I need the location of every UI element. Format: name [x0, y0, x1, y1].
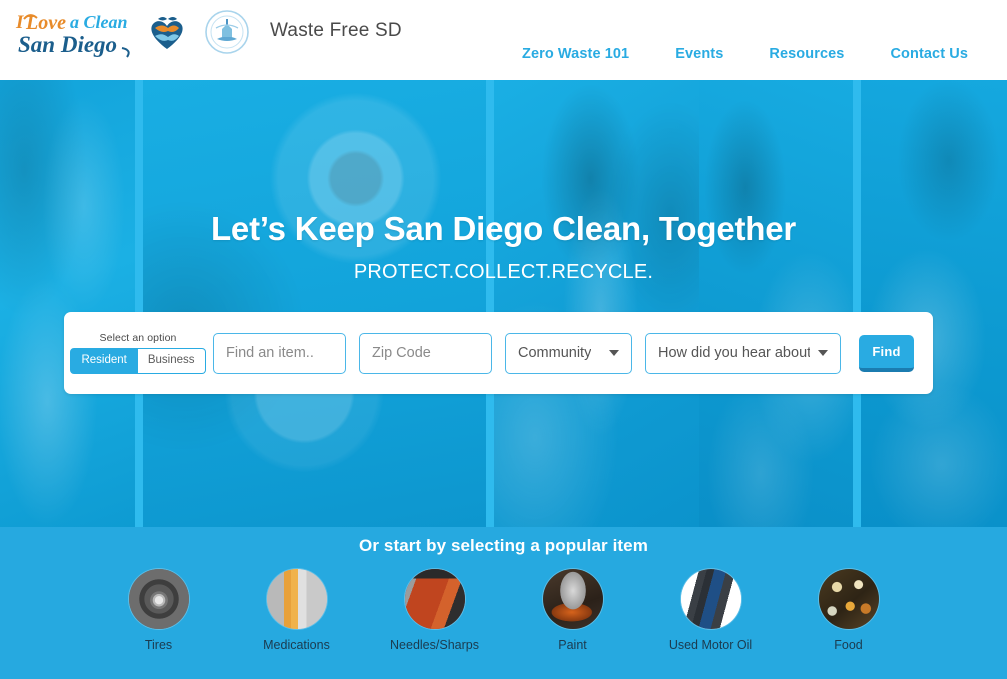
page-root: I Love a Clean San Diego Waste Free SD Z… — [0, 0, 1007, 679]
hero-panel-divider — [486, 80, 495, 527]
how-did-you-hear-select-value: How did you hear about — [658, 345, 810, 361]
paint-thumbnail — [542, 569, 603, 629]
find-button[interactable]: Find — [859, 334, 914, 372]
popular-item-tires[interactable]: Tires — [110, 569, 207, 652]
popular-item-label: Tires — [144, 638, 173, 652]
heart-wave-icon — [146, 11, 188, 53]
tires-thumbnail — [128, 569, 189, 629]
hero-text-block: Let’s Keep San Diego Clean, Together PRO… — [0, 210, 1007, 284]
popular-item-food[interactable]: Food — [800, 569, 897, 652]
chevron-down-icon — [818, 350, 828, 356]
medications-thumbnail — [266, 569, 327, 629]
audience-toggle-label: Select an option — [99, 332, 177, 345]
hero-title: Let’s Keep San Diego Clean, Together — [210, 210, 797, 247]
hero-subtitle: PROTECT.COLLECT.RECYCLE. — [353, 261, 654, 283]
popular-item-label: Paint — [558, 638, 587, 652]
popular-item-needles-sharps[interactable]: Needles/Sharps — [386, 569, 483, 652]
find-an-item-placeholder: Find an item.. — [226, 345, 314, 361]
popular-item-label: Needles/Sharps — [390, 638, 479, 652]
svg-text:a Clean: a Clean — [70, 12, 128, 32]
nav-link-events[interactable]: Events — [652, 46, 746, 62]
hero-panel-2 — [142, 80, 487, 527]
hero-panel-1 — [0, 80, 135, 527]
zip-code-placeholder: Zip Code — [372, 345, 431, 361]
nav-link-resources[interactable]: Resources — [746, 46, 867, 62]
used-motor-oil-thumbnail — [680, 569, 741, 629]
popular-item-label: Medications — [263, 638, 330, 652]
hero-panel-5 — [861, 80, 1007, 527]
hero-panel-divider — [134, 80, 143, 527]
i-love-a-clean-san-diego-logo[interactable]: I Love a Clean San Diego — [14, 4, 140, 60]
hero-panel-divider — [853, 80, 862, 527]
needles-sharps-thumbnail — [404, 569, 465, 629]
hero-panel-3 — [494, 80, 700, 527]
svg-text:San Diego: San Diego — [18, 32, 117, 57]
site-header: I Love a Clean San Diego Waste Free SD Z… — [0, 0, 1007, 80]
toggle-business-button[interactable]: Business — [137, 348, 206, 374]
nav-link-contact-us[interactable]: Contact Us — [867, 46, 977, 62]
site-title: Waste Free SD — [270, 20, 402, 41]
hero-panel-4 — [699, 80, 854, 527]
svg-text:I: I — [15, 12, 24, 33]
find-an-item-input[interactable]: Find an item.. — [213, 332, 346, 374]
hero-banner: Let’s Keep San Diego Clean, Together PRO… — [0, 80, 1007, 527]
nav-link-zero-waste-101[interactable]: Zero Waste 101 — [499, 46, 652, 62]
chevron-down-icon — [609, 350, 619, 356]
popular-item-label: Used Motor Oil — [668, 638, 753, 652]
search-form-card: Select an option Resident Business Find … — [64, 312, 933, 394]
popular-items-title: Or start by selecting a popular item — [359, 536, 648, 555]
popular-items-row: Tires Medications Needles/Sharps Paint U… — [0, 569, 1007, 652]
popular-items-section: Or start by selecting a popular item Tir… — [0, 527, 1007, 679]
popular-item-medications[interactable]: Medications — [248, 569, 345, 652]
community-select-value: Community — [518, 345, 592, 361]
how-did-you-hear-select[interactable]: How did you hear about — [645, 332, 841, 374]
popular-item-paint[interactable]: Paint — [524, 569, 621, 652]
toggle-resident-button[interactable]: Resident — [70, 348, 138, 374]
food-thumbnail — [818, 569, 879, 629]
community-select[interactable]: Community — [505, 332, 632, 374]
audience-toggle-group: Select an option Resident Business — [70, 332, 206, 374]
popular-item-used-motor-oil[interactable]: Used Motor Oil — [662, 569, 759, 652]
popular-item-label: Food — [834, 638, 863, 652]
hero-image-strip — [0, 80, 1007, 527]
zip-code-input[interactable]: Zip Code — [359, 332, 492, 374]
main-navigation: Zero Waste 101 Events Resources Contact … — [499, 46, 977, 62]
city-of-san-diego-seal-icon — [204, 9, 250, 55]
brand-group[interactable]: I Love a Clean San Diego Waste Free SD — [0, 0, 402, 60]
